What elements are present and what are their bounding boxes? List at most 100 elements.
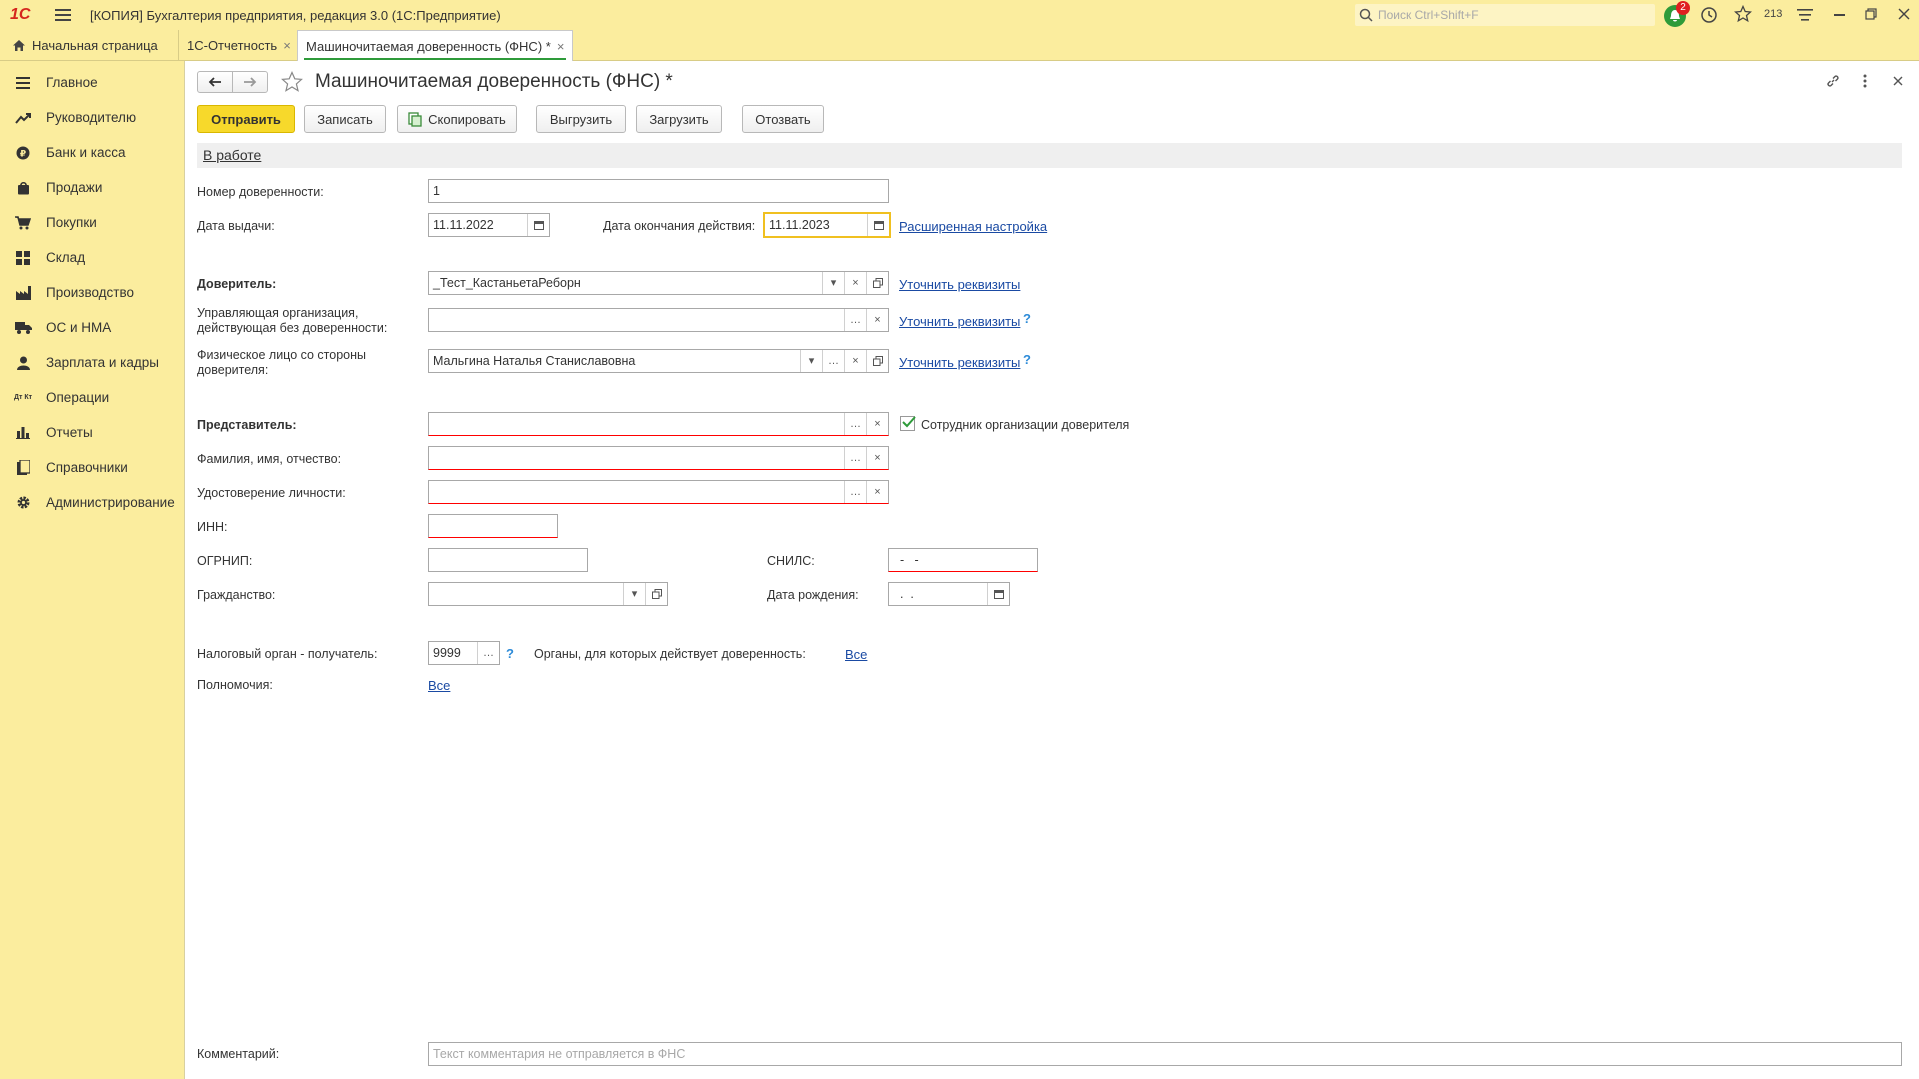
select-icon[interactable]: … xyxy=(844,309,866,331)
sidebar-item-bank[interactable]: ₽ Банк и касса xyxy=(0,135,184,170)
link-icon[interactable] xyxy=(1825,73,1841,92)
managing-org-input[interactable]: … × xyxy=(428,308,889,332)
grid-icon xyxy=(0,250,46,265)
dropdown-icon[interactable]: ▾ xyxy=(822,272,844,294)
sidebar-item-main[interactable]: Главное xyxy=(0,65,184,100)
sidebar-item-label: Банк и касса xyxy=(46,145,126,160)
sidebar-item-warehouse[interactable]: Склад xyxy=(0,240,184,275)
calendar-icon[interactable] xyxy=(987,583,1009,605)
id-doc-input[interactable]: … × xyxy=(428,480,889,504)
counter-label[interactable]: 213 xyxy=(1764,8,1782,20)
notifications-icon[interactable]: 2 xyxy=(1664,1,1690,27)
citizenship-input[interactable]: ▾ xyxy=(428,582,668,606)
employee-checkbox-label[interactable]: Сотрудник организации доверителя xyxy=(921,418,1129,433)
comment-input[interactable]: Текст комментария не отправляется в ФНС xyxy=(428,1042,1902,1066)
tab-1c-reporting[interactable]: 1С-Отчетность × xyxy=(178,30,299,61)
clear-icon[interactable]: × xyxy=(844,272,866,294)
import-button[interactable]: Загрузить xyxy=(636,105,722,133)
powers-all-link[interactable]: Все xyxy=(428,678,450,693)
minimize-icon[interactable] xyxy=(1834,14,1845,16)
clarify-managing-org-link[interactable]: Уточнить реквизиты xyxy=(899,314,1020,329)
book-icon xyxy=(0,460,46,475)
person-input[interactable]: Мальгина Наталья Станиславовна ▾ … × xyxy=(428,349,889,373)
back-button[interactable] xyxy=(197,71,233,93)
sidebar-item-administration[interactable]: Администрирование xyxy=(0,485,184,520)
save-button[interactable]: Записать xyxy=(304,105,386,133)
close-tab-icon[interactable]: × xyxy=(557,39,565,54)
calendar-icon[interactable] xyxy=(867,214,889,236)
end-date-input[interactable]: 11.11.2023 xyxy=(763,212,891,238)
favorite-star-icon[interactable] xyxy=(281,71,303,96)
help-icon[interactable]: ? xyxy=(1023,352,1031,367)
revoke-button[interactable]: Отозвать xyxy=(742,105,824,133)
select-icon[interactable]: … xyxy=(844,481,866,503)
open-icon[interactable] xyxy=(866,272,888,294)
more-actions-icon[interactable] xyxy=(1863,73,1867,92)
sidebar-item-label: Операции xyxy=(46,390,110,405)
copy-button[interactable]: Скопировать xyxy=(397,105,517,133)
principal-input[interactable]: _Тест_КастаньетаРеборн ▾ × xyxy=(428,271,889,295)
sidebar-item-reports[interactable]: Отчеты xyxy=(0,415,184,450)
clear-icon[interactable]: × xyxy=(866,413,888,435)
tab-home[interactable]: Начальная страница xyxy=(4,30,166,61)
forward-button[interactable] xyxy=(232,71,268,93)
sidebar-item-manager[interactable]: Руководителю xyxy=(0,100,184,135)
clarify-principal-link[interactable]: Уточнить реквизиты xyxy=(899,277,1020,292)
help-icon[interactable]: ? xyxy=(1023,311,1031,326)
sidebar-item-fixed-assets[interactable]: ОС и НМА xyxy=(0,310,184,345)
sidebar-item-sales[interactable]: Продажи xyxy=(0,170,184,205)
arrow-right-icon xyxy=(244,77,257,87)
dropdown-icon[interactable]: ▾ xyxy=(800,350,822,372)
tab-power-of-attorney[interactable]: Машиночитаемая доверенность (ФНС) * × xyxy=(297,30,574,62)
select-icon[interactable]: … xyxy=(477,642,499,664)
dropdown-icon[interactable]: ▾ xyxy=(623,583,645,605)
clear-icon[interactable]: × xyxy=(844,350,866,372)
select-icon[interactable]: … xyxy=(844,413,866,435)
sidebar-item-operations[interactable]: Дт Кт Операции xyxy=(0,380,184,415)
sidebar-item-production[interactable]: Производство xyxy=(0,275,184,310)
sidebar-item-salary[interactable]: Зарплата и кадры xyxy=(0,345,184,380)
tax-authority-input[interactable]: 9999 … xyxy=(428,641,500,665)
sidebar-item-directories[interactable]: Справочники xyxy=(0,450,184,485)
fio-input[interactable]: … × xyxy=(428,446,889,470)
close-tab-icon[interactable]: × xyxy=(283,38,291,53)
copy-button-label: Скопировать xyxy=(428,111,506,127)
global-search[interactable]: Поиск Ctrl+Shift+F xyxy=(1355,4,1655,26)
sidebar-item-label: Руководителю xyxy=(46,110,137,125)
clear-icon[interactable]: × xyxy=(866,447,888,469)
checkmark-icon xyxy=(902,416,916,428)
ogrnip-input[interactable] xyxy=(428,548,588,572)
number-input[interactable]: 1 xyxy=(428,179,889,203)
issue-date-input[interactable]: 11.11.2022 xyxy=(428,213,550,237)
open-icon[interactable] xyxy=(866,350,888,372)
close-window-icon[interactable] xyxy=(1898,8,1910,23)
calendar-icon[interactable] xyxy=(527,214,549,236)
open-icon[interactable] xyxy=(645,583,667,605)
clarify-person-link[interactable]: Уточнить реквизиты xyxy=(899,355,1020,370)
help-icon[interactable]: ? xyxy=(506,646,514,661)
advanced-settings-link[interactable]: Расширенная настройка xyxy=(899,219,1047,234)
employee-checkbox[interactable] xyxy=(900,416,916,431)
favorites-star-icon[interactable] xyxy=(1733,4,1753,26)
restore-icon[interactable] xyxy=(1865,8,1877,23)
inn-input[interactable] xyxy=(428,514,558,538)
person-icon xyxy=(0,356,46,370)
representative-input[interactable]: … × xyxy=(428,412,889,436)
birth-date-input[interactable]: . . xyxy=(888,582,1010,606)
sidebar-item-purchases[interactable]: Покупки xyxy=(0,205,184,240)
main-menu-icon[interactable] xyxy=(55,8,71,22)
clear-icon[interactable]: × xyxy=(866,481,888,503)
export-button[interactable]: Выгрузить xyxy=(536,105,626,133)
select-icon[interactable]: … xyxy=(822,350,844,372)
clear-icon[interactable]: × xyxy=(866,309,888,331)
send-button[interactable]: Отправить xyxy=(197,105,295,133)
settings-menu-icon[interactable] xyxy=(1796,7,1814,26)
close-form-icon[interactable] xyxy=(1893,75,1903,89)
history-icon[interactable] xyxy=(1700,6,1718,27)
status-link[interactable]: В работе xyxy=(203,148,261,163)
snils-input[interactable]: - - xyxy=(888,548,1038,572)
bodies-all-link[interactable]: Все xyxy=(845,647,867,662)
select-icon[interactable]: … xyxy=(844,447,866,469)
search-icon xyxy=(1359,8,1373,22)
app-logo[interactable]: 1С xyxy=(10,6,30,24)
